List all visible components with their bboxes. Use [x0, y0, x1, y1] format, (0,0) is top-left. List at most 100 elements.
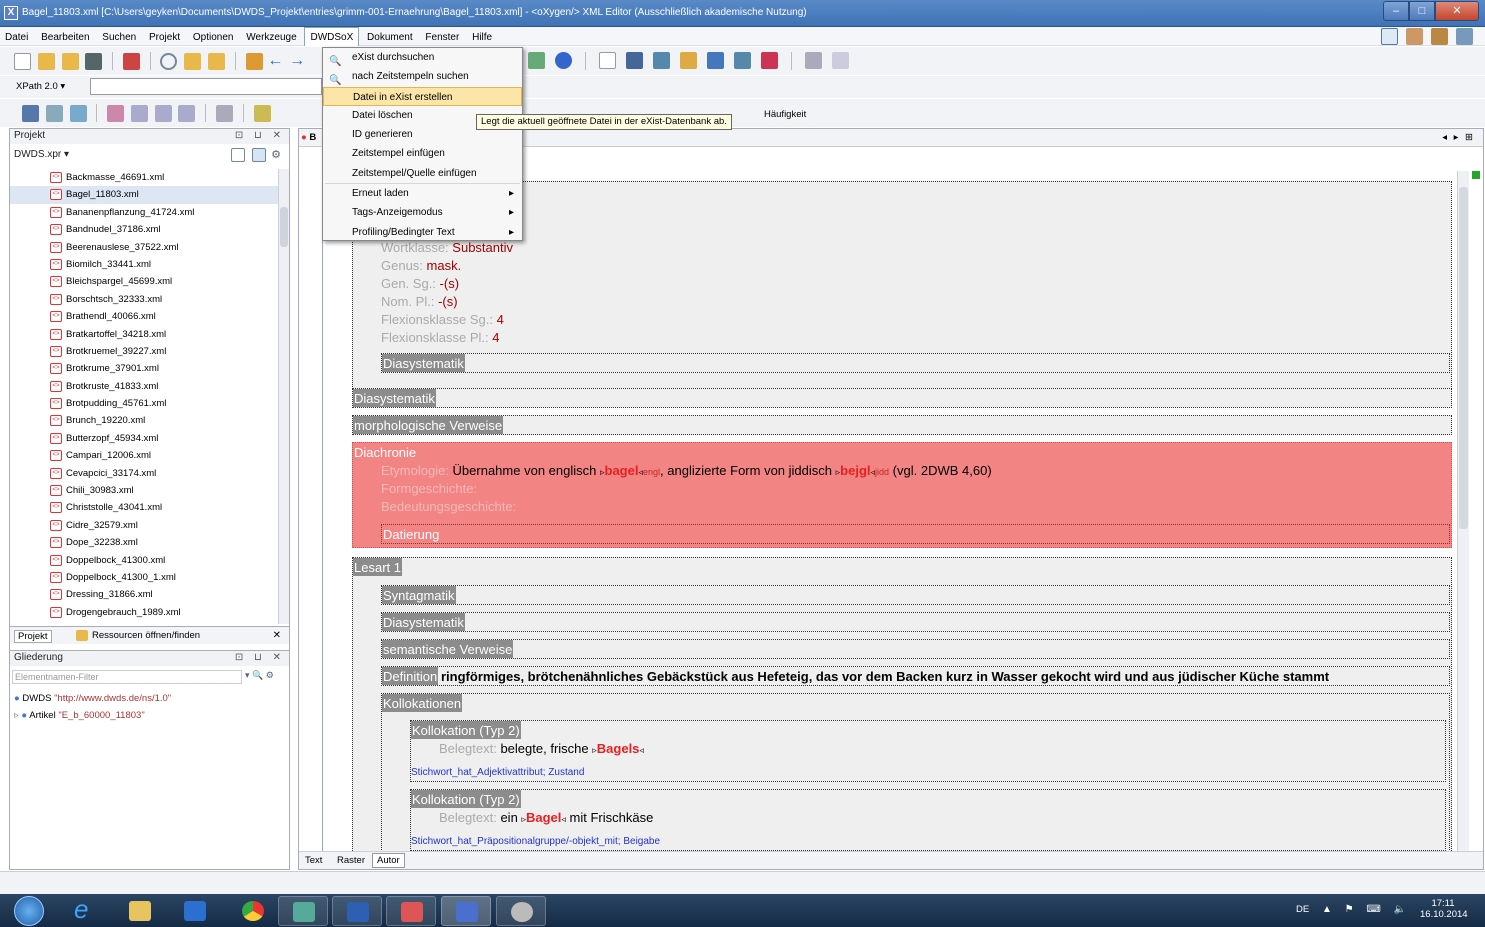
link-with-editor-icon[interactable] — [252, 148, 267, 162]
project-file-item[interactable]: <> Cidre_32579.xml — [10, 517, 278, 534]
project-file-item[interactable]: <> Brathendl_40066.xml — [10, 308, 278, 325]
panel-controls[interactable]: ⊡ ⊔ ✕ — [235, 130, 285, 141]
project-file-item[interactable]: <> Beerenauslese_37522.xml — [10, 239, 278, 256]
open-folder-icon[interactable] — [37, 52, 55, 70]
beleg-headword[interactable]: Bagels — [597, 741, 640, 756]
kollokation-tag[interactable]: Kollokation (Typ 2) — [411, 721, 521, 739]
project-file-item[interactable]: <> Cevapcici_33174.xml — [10, 465, 278, 482]
outline-panel-controls[interactable]: ⊡ ⊔ ✕ — [235, 652, 285, 663]
folder-icon[interactable] — [208, 52, 226, 70]
menu-werkzeuge[interactable]: Werkzeuge — [241, 28, 301, 47]
wortklasse-value[interactable]: Substantiv — [452, 240, 513, 255]
reject-change-icon[interactable] — [154, 104, 172, 122]
find-icon[interactable] — [160, 52, 178, 70]
mode-autor[interactable]: Autor — [372, 853, 405, 868]
maximize-button[interactable]: □ — [1409, 1, 1435, 21]
editor-perspective-icon[interactable] — [1381, 28, 1398, 45]
kollokationen-tag[interactable]: Kollokationen — [382, 694, 463, 712]
project-file-item[interactable]: <> Christstolle_43041.xml — [10, 499, 278, 516]
chrome-taskbar-icon[interactable] — [228, 896, 278, 926]
menu-item-datei-erstellen[interactable]: Datei in eXist erstellen — [323, 86, 522, 106]
mode-raster[interactable]: Raster — [337, 855, 365, 866]
project-file-item[interactable]: <> Biomilch_33441.xml — [10, 256, 278, 273]
menu-suchen[interactable]: Suchen — [97, 28, 141, 47]
xpath-icon[interactable] — [653, 52, 670, 69]
tag-dropdown-icon[interactable] — [45, 104, 63, 122]
menu-item-exist-durchsuchen[interactable]: 🔍 eXist durchsuchen — [323, 48, 522, 67]
fkpl-value[interactable]: 4 — [492, 330, 499, 345]
project-file-item[interactable]: <> Bananenpflanzung_41724.xml — [10, 204, 278, 221]
brush-icon[interactable] — [832, 52, 849, 69]
close-tab-icon[interactable]: ✕ — [273, 630, 281, 641]
input-language[interactable]: DE — [1296, 904, 1309, 915]
kollokation-link[interactable]: Stichwort_hat_Präpositionalgruppe/-objek… — [411, 836, 660, 847]
copy-icon[interactable] — [216, 104, 234, 122]
xslt-debugger-icon[interactable] — [1406, 28, 1423, 45]
render-icon[interactable] — [761, 52, 778, 69]
format-icon[interactable] — [599, 52, 616, 69]
collapse-all-icon[interactable] — [231, 148, 246, 162]
project-file-item[interactable]: <> Bleichspargel_45699.xml — [10, 273, 278, 290]
menu-fenster[interactable]: Fenster — [420, 28, 464, 47]
snipping-tool-taskbar-icon[interactable] — [496, 896, 546, 926]
menu-item-erneut-laden[interactable]: Erneut laden ▸ — [323, 184, 522, 203]
project-file-item[interactable]: <> Bagel_11803.xml — [10, 186, 278, 204]
filter-icon[interactable] — [69, 104, 87, 122]
etym-word-1[interactable]: bagel — [605, 463, 639, 478]
xpath-version-select[interactable]: XPath 2.0 ▾ — [16, 81, 65, 92]
validate-icon[interactable] — [528, 52, 545, 69]
project-file-item[interactable]: <> Butterzopf_45934.xml — [10, 430, 278, 447]
find-in-files-icon[interactable] — [184, 52, 202, 70]
frequency-label[interactable]: Häufigkeit — [764, 109, 806, 120]
minimize-button[interactable]: – — [1383, 1, 1409, 21]
highlight-icon[interactable] — [253, 104, 271, 122]
print-icon[interactable] — [122, 52, 140, 70]
tab-nav-icons[interactable]: ◂ ▸ ⊞ — [1442, 132, 1475, 143]
start-button-icon[interactable] — [14, 896, 44, 926]
sem-tag[interactable]: semantische Verweise — [382, 640, 514, 658]
project-file-item[interactable]: <> Brunch_19220.xml — [10, 412, 278, 429]
run-transform-icon[interactable] — [555, 52, 572, 69]
project-file-item[interactable]: <> Chili_30983.xml — [10, 482, 278, 499]
menu-dokument[interactable]: Dokument — [362, 28, 418, 47]
definition-tag[interactable]: Definition — [382, 667, 439, 685]
forward-arrow-icon[interactable]: → — [289, 52, 305, 69]
project-file-item[interactable]: <> Brotkruemel_39227.xml — [10, 343, 278, 360]
database-perspective-icon[interactable] — [1456, 28, 1473, 45]
back-arrow-icon[interactable]: ← — [267, 52, 283, 69]
menu-projekt[interactable]: Projekt — [144, 28, 185, 47]
morph-tag[interactable]: morphologische Verweise — [353, 416, 504, 434]
menu-item-profiling[interactable]: Profiling/Bedingter Text ▸ — [323, 223, 522, 242]
powerpoint-taskbar-icon[interactable] — [386, 896, 436, 926]
media-player-taskbar-icon[interactable] — [170, 896, 220, 926]
datierung-tag[interactable]: Datierung — [382, 525, 440, 543]
close-button[interactable]: ✕ — [1435, 1, 1479, 21]
project-file-item[interactable]: <> Dressing_31866.xml — [10, 586, 278, 603]
project-file-select[interactable]: DWDS.xpr ▾ — [14, 149, 69, 160]
project-file-item[interactable]: <> Brotkruste_41833.xml — [10, 378, 278, 395]
new-file-icon[interactable] — [14, 52, 31, 70]
accept-change-icon[interactable] — [130, 104, 148, 122]
element-filter-input[interactable]: Elementnamen-Filter — [12, 670, 242, 684]
gensg-value[interactable]: -(s) — [440, 276, 460, 291]
project-file-item[interactable]: <> Bratkartoffel_34218.xml — [10, 326, 278, 343]
editor-tab[interactable]: ● B — [301, 132, 316, 143]
project-file-item[interactable]: <> Brotkrume_37901.xml — [10, 360, 278, 377]
menu-item-zeitstempel-einfuegen[interactable]: Zeitstempel einfügen — [323, 144, 522, 163]
project-file-item[interactable]: <> Campari_12006.xml — [10, 447, 278, 464]
outline-node-artikel[interactable]: ▹ ● Artikel "E_b_60000_11803" — [14, 710, 145, 721]
tray-icons[interactable]: ▲ ⚑ ⌨ 🔈 — [1322, 904, 1411, 915]
diachronie-tag[interactable]: Diachronie — [353, 443, 417, 461]
editor-scrollbar[interactable] — [1457, 171, 1469, 851]
open-url-icon[interactable] — [61, 52, 79, 70]
menu-item-tags-anzeigemodus[interactable]: Tags-Anzeigemodus ▸ — [323, 203, 522, 222]
project-file-item[interactable]: <> Drogengebrauch_1989.xml — [10, 604, 278, 621]
kollokation-link[interactable]: Stichwort_hat_Adjektivattribut; Zustand — [411, 767, 584, 778]
explorer-taskbar-icon[interactable] — [115, 896, 165, 926]
genus-value[interactable]: mask. — [427, 258, 462, 273]
file-tree-scrollbar[interactable] — [278, 169, 289, 624]
project-file-item[interactable]: <> Doppelbock_41300.xml — [10, 552, 278, 569]
track-changes-icon[interactable] — [107, 104, 125, 122]
menu-dwdsox[interactable]: DWDSoX — [304, 27, 360, 46]
expand-arrow-icon[interactable]: ▹ — [14, 710, 19, 721]
